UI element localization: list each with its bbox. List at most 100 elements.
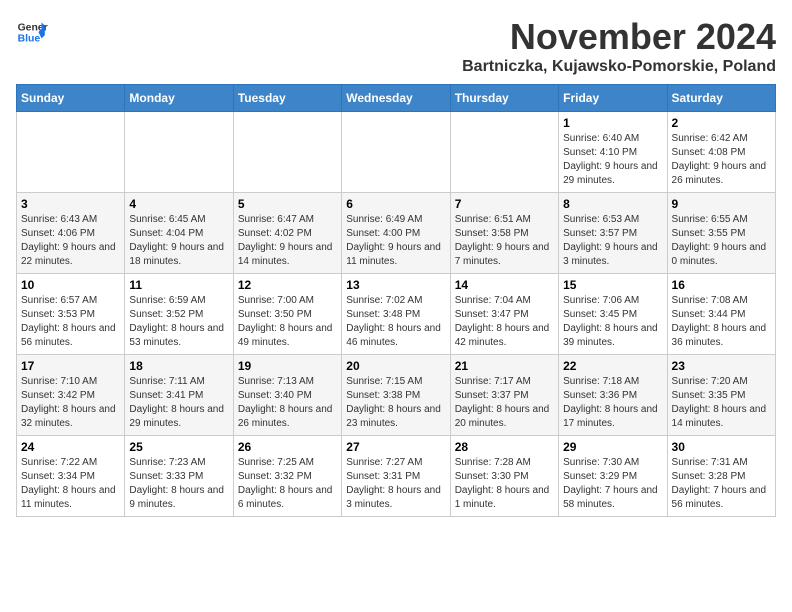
day-number: 6 bbox=[346, 197, 445, 211]
day-info: Sunrise: 7:23 AM Sunset: 3:33 PM Dayligh… bbox=[129, 456, 228, 512]
day-info: Sunrise: 7:00 AM Sunset: 3:50 PM Dayligh… bbox=[238, 294, 337, 350]
day-info: Sunrise: 6:47 AM Sunset: 4:02 PM Dayligh… bbox=[238, 213, 337, 269]
day-number: 3 bbox=[21, 197, 120, 211]
day-info: Sunrise: 7:20 AM Sunset: 3:35 PM Dayligh… bbox=[672, 375, 771, 431]
day-info: Sunrise: 7:17 AM Sunset: 3:37 PM Dayligh… bbox=[455, 375, 554, 431]
calendar-cell: 21 Sunrise: 7:17 AM Sunset: 3:37 PM Dayli… bbox=[450, 355, 558, 436]
calendar-cell: 24 Sunrise: 7:22 AM Sunset: 3:34 PM Dayli… bbox=[17, 436, 125, 517]
day-number: 17 bbox=[21, 359, 120, 373]
calendar-cell bbox=[125, 112, 233, 193]
day-number: 1 bbox=[563, 116, 662, 130]
calendar-cell: 23Sunrise: 7:20 AM Sunset: 3:35 PM Dayli… bbox=[667, 355, 775, 436]
day-number: 27 bbox=[346, 440, 445, 454]
calendar-cell: 15Sunrise: 7:06 AM Sunset: 3:45 PM Dayli… bbox=[559, 274, 667, 355]
day-info: Sunrise: 7:28 AM Sunset: 3:30 PM Dayligh… bbox=[455, 456, 554, 512]
day-info: Sunrise: 6:49 AM Sunset: 4:00 PM Dayligh… bbox=[346, 213, 445, 269]
calendar-cell: 6 Sunrise: 6:49 AM Sunset: 4:00 PM Daylig… bbox=[342, 193, 450, 274]
weekday-header-monday: Monday bbox=[125, 85, 233, 112]
calendar-cell: 19 Sunrise: 7:13 AM Sunset: 3:40 PM Dayli… bbox=[233, 355, 341, 436]
day-number: 4 bbox=[129, 197, 228, 211]
calendar-cell: 20 Sunrise: 7:15 AM Sunset: 3:38 PM Dayli… bbox=[342, 355, 450, 436]
svg-text:Blue: Blue bbox=[18, 34, 41, 45]
day-info: Sunrise: 7:31 AM Sunset: 3:28 PM Dayligh… bbox=[672, 456, 771, 512]
week-row-0: 1 Sunrise: 6:40 AM Sunset: 4:10 PM Daylig… bbox=[17, 112, 776, 193]
day-info: Sunrise: 6:43 AM Sunset: 4:06 PM Dayligh… bbox=[21, 213, 120, 269]
calendar-table: SundayMondayTuesdayWednesdayThursdayFrid… bbox=[16, 84, 776, 517]
calendar-cell bbox=[342, 112, 450, 193]
calendar-cell: 3 Sunrise: 6:43 AM Sunset: 4:06 PM Daylig… bbox=[17, 193, 125, 274]
calendar-cell: 1 Sunrise: 6:40 AM Sunset: 4:10 PM Daylig… bbox=[559, 112, 667, 193]
subtitle: Bartniczka, Kujawsko-Pomorskie, Poland bbox=[462, 58, 776, 76]
weekday-header-friday: Friday bbox=[559, 85, 667, 112]
day-number: 15 bbox=[563, 278, 662, 292]
day-info: Sunrise: 7:25 AM Sunset: 3:32 PM Dayligh… bbox=[238, 456, 337, 512]
day-number: 16 bbox=[672, 278, 771, 292]
day-info: Sunrise: 7:30 AM Sunset: 3:29 PM Dayligh… bbox=[563, 456, 662, 512]
day-info: Sunrise: 6:40 AM Sunset: 4:10 PM Dayligh… bbox=[563, 132, 662, 188]
calendar-cell: 14 Sunrise: 7:04 AM Sunset: 3:47 PM Dayli… bbox=[450, 274, 558, 355]
day-info: Sunrise: 7:04 AM Sunset: 3:47 PM Dayligh… bbox=[455, 294, 554, 350]
calendar-cell bbox=[17, 112, 125, 193]
day-info: Sunrise: 7:08 AM Sunset: 3:44 PM Dayligh… bbox=[672, 294, 771, 350]
weekday-header-thursday: Thursday bbox=[450, 85, 558, 112]
day-number: 19 bbox=[238, 359, 337, 373]
calendar-cell: 5 Sunrise: 6:47 AM Sunset: 4:02 PM Daylig… bbox=[233, 193, 341, 274]
day-info: Sunrise: 7:15 AM Sunset: 3:38 PM Dayligh… bbox=[346, 375, 445, 431]
calendar-cell: 28 Sunrise: 7:28 AM Sunset: 3:30 PM Dayli… bbox=[450, 436, 558, 517]
calendar-cell bbox=[450, 112, 558, 193]
day-number: 24 bbox=[21, 440, 120, 454]
day-info: Sunrise: 6:45 AM Sunset: 4:04 PM Dayligh… bbox=[129, 213, 228, 269]
day-number: 28 bbox=[455, 440, 554, 454]
day-number: 18 bbox=[129, 359, 228, 373]
calendar-cell: 2 Sunrise: 6:42 AM Sunset: 4:08 PM Daylig… bbox=[667, 112, 775, 193]
weekday-header-sunday: Sunday bbox=[17, 85, 125, 112]
day-number: 2 bbox=[672, 116, 771, 130]
day-number: 9 bbox=[672, 197, 771, 211]
calendar-cell: 22Sunrise: 7:18 AM Sunset: 3:36 PM Dayli… bbox=[559, 355, 667, 436]
calendar-cell: 9 Sunrise: 6:55 AM Sunset: 3:55 PM Daylig… bbox=[667, 193, 775, 274]
day-info: Sunrise: 7:13 AM Sunset: 3:40 PM Dayligh… bbox=[238, 375, 337, 431]
title-section: November 2024 Bartniczka, Kujawsko-Pomor… bbox=[462, 16, 776, 76]
calendar-cell: 8Sunrise: 6:53 AM Sunset: 3:57 PM Daylig… bbox=[559, 193, 667, 274]
header: General Blue November 2024 Bartniczka, K… bbox=[16, 16, 776, 76]
calendar-cell: 10 Sunrise: 6:57 AM Sunset: 3:53 PM Dayli… bbox=[17, 274, 125, 355]
day-info: Sunrise: 6:42 AM Sunset: 4:08 PM Dayligh… bbox=[672, 132, 771, 188]
day-number: 5 bbox=[238, 197, 337, 211]
day-number: 13 bbox=[346, 278, 445, 292]
logo: General Blue bbox=[16, 16, 48, 48]
calendar-cell: 4 Sunrise: 6:45 AM Sunset: 4:04 PM Daylig… bbox=[125, 193, 233, 274]
day-info: Sunrise: 6:51 AM Sunset: 3:58 PM Dayligh… bbox=[455, 213, 554, 269]
week-row-3: 17 Sunrise: 7:10 AM Sunset: 3:42 PM Dayli… bbox=[17, 355, 776, 436]
day-info: Sunrise: 7:02 AM Sunset: 3:48 PM Dayligh… bbox=[346, 294, 445, 350]
day-info: Sunrise: 6:55 AM Sunset: 3:55 PM Dayligh… bbox=[672, 213, 771, 269]
day-info: Sunrise: 7:11 AM Sunset: 3:41 PM Dayligh… bbox=[129, 375, 228, 431]
day-number: 10 bbox=[21, 278, 120, 292]
calendar-cell: 17 Sunrise: 7:10 AM Sunset: 3:42 PM Dayli… bbox=[17, 355, 125, 436]
day-number: 30 bbox=[672, 440, 771, 454]
day-number: 21 bbox=[455, 359, 554, 373]
calendar-cell: 18 Sunrise: 7:11 AM Sunset: 3:41 PM Dayli… bbox=[125, 355, 233, 436]
calendar-cell: 25Sunrise: 7:23 AM Sunset: 3:33 PM Dayli… bbox=[125, 436, 233, 517]
weekday-header-tuesday: Tuesday bbox=[233, 85, 341, 112]
day-number: 7 bbox=[455, 197, 554, 211]
day-number: 12 bbox=[238, 278, 337, 292]
calendar-cell bbox=[233, 112, 341, 193]
day-number: 8 bbox=[563, 197, 662, 211]
day-number: 20 bbox=[346, 359, 445, 373]
week-row-2: 10 Sunrise: 6:57 AM Sunset: 3:53 PM Dayli… bbox=[17, 274, 776, 355]
calendar-cell: 11 Sunrise: 6:59 AM Sunset: 3:52 PM Dayli… bbox=[125, 274, 233, 355]
calendar-cell: 29 Sunrise: 7:30 AM Sunset: 3:29 PM Dayli… bbox=[559, 436, 667, 517]
day-info: Sunrise: 6:59 AM Sunset: 3:52 PM Dayligh… bbox=[129, 294, 228, 350]
day-info: Sunrise: 7:22 AM Sunset: 3:34 PM Dayligh… bbox=[21, 456, 120, 512]
day-info: Sunrise: 6:57 AM Sunset: 3:53 PM Dayligh… bbox=[21, 294, 120, 350]
calendar-cell: 27Sunrise: 7:27 AM Sunset: 3:31 PM Dayli… bbox=[342, 436, 450, 517]
calendar-cell: 16 Sunrise: 7:08 AM Sunset: 3:44 PM Dayli… bbox=[667, 274, 775, 355]
day-number: 14 bbox=[455, 278, 554, 292]
day-info: Sunrise: 7:10 AM Sunset: 3:42 PM Dayligh… bbox=[21, 375, 120, 431]
day-number: 11 bbox=[129, 278, 228, 292]
calendar-cell: 26Sunrise: 7:25 AM Sunset: 3:32 PM Dayli… bbox=[233, 436, 341, 517]
day-number: 29 bbox=[563, 440, 662, 454]
main-title: November 2024 bbox=[462, 16, 776, 58]
weekday-header-row: SundayMondayTuesdayWednesdayThursdayFrid… bbox=[17, 85, 776, 112]
calendar-cell: 13 Sunrise: 7:02 AM Sunset: 3:48 PM Dayli… bbox=[342, 274, 450, 355]
